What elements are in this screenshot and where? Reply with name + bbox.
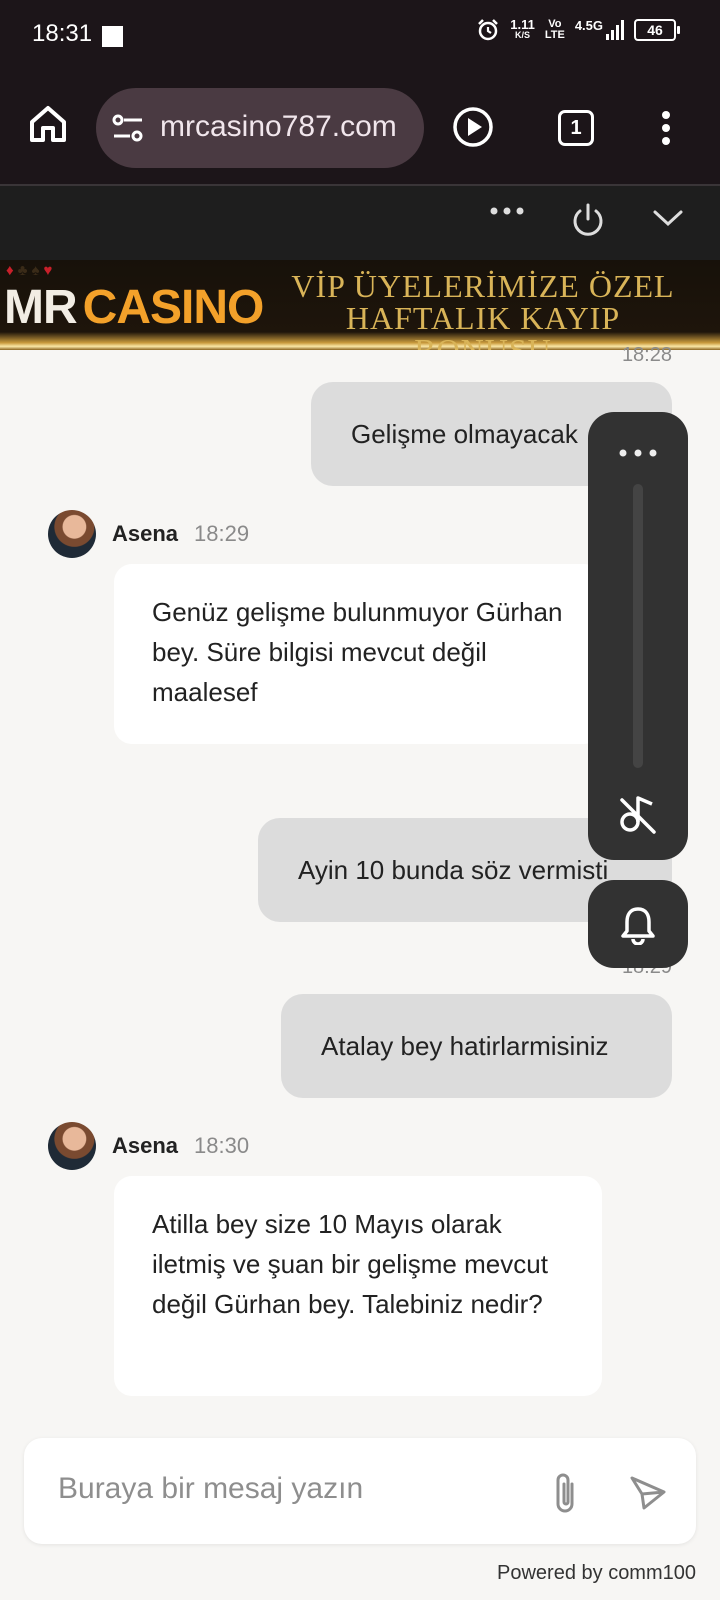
incoming-message: Genüz gelişme bulunmuyor Gürhan bey. Sür… (114, 564, 602, 744)
avatar (48, 1122, 96, 1170)
agent-header: Asena 18:30 (48, 1122, 249, 1170)
net-speed: 1.11 K/S (510, 17, 535, 40)
site-settings-icon[interactable] (110, 110, 146, 146)
card-suits-decoration: ♦♣♠♥ (6, 262, 57, 279)
alarm-icon (478, 19, 499, 41)
volte-indicator: Vo LTE (544, 18, 565, 41)
message-timestamp: 18:28 (621, 344, 672, 366)
agent-header: Asena 18:29 (48, 510, 249, 558)
more-horiz-icon[interactable] (618, 448, 658, 458)
agent-name: Asena (112, 521, 179, 546)
banner-headline: VİP ÜYELERİMİZE ÖZEL HAFTALIK KAYIP BONU… (291, 268, 675, 350)
floating-volume-panel[interactable] (588, 412, 688, 860)
send-icon[interactable] (628, 1472, 668, 1512)
tab-switcher-icon[interactable]: 1 (558, 110, 594, 146)
avatar (48, 510, 96, 558)
bell-icon (621, 907, 655, 945)
promo-banner[interactable]: ♦♣♠♥ MR CASINO VİP ÜYELERİMİZE ÖZEL HAFTA… (0, 260, 720, 350)
url-text[interactable]: mrcasino787.com (160, 110, 397, 144)
more-horiz-icon[interactable] (490, 206, 524, 216)
chevron-down-icon[interactable] (652, 208, 684, 228)
status-icons: 1.11 K/S Vo LTE 4.5G 46 (476, 17, 680, 42)
message-input[interactable]: Buraya bir mesaj yazın (58, 1472, 363, 1506)
signal-bars-icon (606, 20, 624, 40)
message-composer[interactable]: Buraya bir mesaj yazın (24, 1438, 696, 1544)
agent-name: Asena (112, 1133, 179, 1158)
attach-icon[interactable] (548, 1470, 582, 1516)
power-icon[interactable] (570, 202, 606, 238)
notification-icon (102, 26, 123, 47)
volume-slider[interactable] (633, 484, 643, 768)
chat-header (0, 186, 720, 260)
home-icon[interactable] (24, 100, 72, 148)
status-time: 18:31 (32, 20, 93, 47)
message-time: 18:30 (194, 1133, 250, 1158)
music-off-icon[interactable] (616, 792, 660, 836)
address-bar[interactable]: mrcasino787.com (96, 88, 424, 168)
more-vert-icon[interactable] (660, 110, 672, 146)
status-bar: 18:31 1.11 K/S Vo LTE 4.5G 46 (0, 0, 720, 72)
browser-toolbar: mrcasino787.com 1 (0, 72, 720, 186)
notification-bell-button[interactable] (588, 880, 688, 968)
casino-logo: MR CASINO (4, 281, 264, 334)
outgoing-message: Atalay bey hatirlarmisiniz (281, 994, 672, 1098)
play-icon[interactable] (452, 106, 494, 148)
signal-indicator: 4.5G (575, 19, 624, 40)
battery-indicator: 46 (634, 19, 680, 41)
message-time: 18:29 (194, 521, 250, 546)
powered-by[interactable]: Powered by comm100 (497, 1562, 696, 1585)
incoming-message: Atilla bey size 10 Mayıs olarak iletmiş … (114, 1176, 602, 1396)
